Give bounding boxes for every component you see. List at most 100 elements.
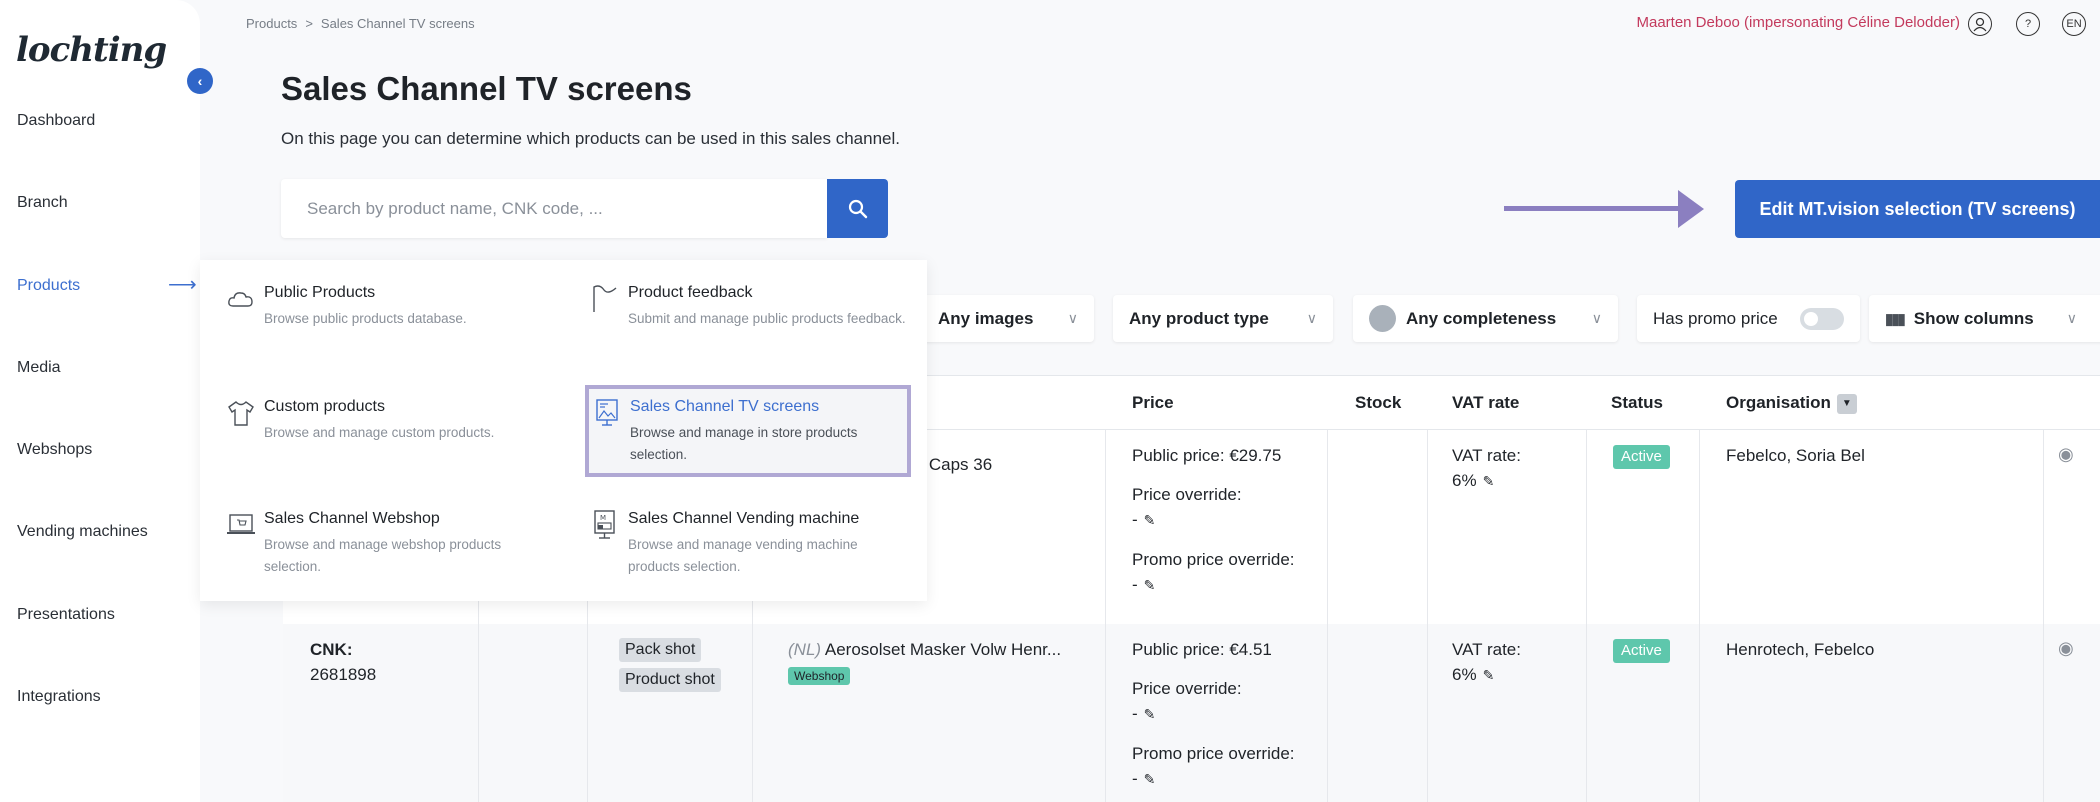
chevron-down-icon: ∨ [1306,310,1317,326]
menu-item-title: Product feedback [628,284,753,301]
cnk-label: CNK: [310,640,353,659]
logo[interactable]: lochting [16,30,167,70]
image-tag: Pack shot [619,638,702,662]
menu-item-public-products[interactable]: Public Products Browse public products d… [226,284,546,354]
flag-icon [593,285,617,312]
sidebar-item-integrations[interactable]: Integrations [17,688,101,706]
sidebar-item-presentations[interactable]: Presentations [17,606,115,624]
column-header-vat[interactable]: VAT rate [1452,393,1519,413]
sidebar-item-media[interactable]: Media [17,359,61,377]
column-header-stock[interactable]: Stock [1355,393,1401,413]
menu-item-desc: Browse and manage webshop products selec… [264,537,502,574]
vat-value: 6% [1452,665,1477,684]
promo-override-value: - [1132,769,1138,788]
pencil-icon[interactable]: ✎ [1144,771,1156,787]
price-override-label: Price override: [1132,679,1242,698]
tv-screen-icon [596,399,618,426]
product-name[interactable]: Aerosolset Masker Volw Henr... [825,640,1061,659]
chevron-down-icon: ∨ [1067,310,1078,326]
organisation: Febelco, Soria Bel [1726,446,1865,465]
sidebar: lochting Dashboard Branch Products ⟶ Med… [0,0,200,802]
arrow-right-icon: ⟶ [168,274,197,296]
column-header-organisation[interactable]: Organisation ▼ [1726,393,1857,414]
annotation-arrow-head [1678,190,1704,228]
image-tag: Product shot [619,668,721,692]
eye-icon[interactable]: ◉ [2058,638,2074,659]
sidebar-item-branch[interactable]: Branch [17,194,68,212]
completeness-filter[interactable]: Any completeness ∨ [1353,295,1618,342]
collapse-sidebar-button[interactable]: ‹ [187,68,213,94]
completeness-dot-icon [1369,305,1396,332]
vat-label: VAT rate: [1452,446,1521,465]
cnk-value: 2681898 [310,665,377,684]
column-header-status[interactable]: Status [1611,393,1663,413]
images-cell: Pack shot Product shot [619,636,721,696]
price-cell: Public price: €29.75 Price override: - ✎ P… [1132,443,1295,612]
organisation: Henrotech, Febelco [1726,640,1875,659]
menu-item-title: Custom products [264,398,385,415]
menu-item-custom-products[interactable]: Custom products Browse and manage custom… [226,398,546,468]
sidebar-item-vending-machines[interactable]: Vending machines [17,523,148,541]
breadcrumb-current: Sales Channel TV screens [320,16,475,31]
menu-item-title: Sales Channel Vending machine [628,510,860,527]
vat-cell: VAT rate: 6% ✎ [1452,443,1521,494]
menu-item-vending-machine[interactable]: M Sales Channel Vending machine Browse a… [590,510,910,580]
menu-item-desc: Browse and manage in store products sele… [630,425,858,462]
promo-price-filter: Has promo price [1637,295,1860,342]
language-selector[interactable]: EN [2062,12,2086,36]
menu-item-webshop[interactable]: Sales Channel Webshop Browse and manage … [226,510,546,580]
annotation-arrow [1504,206,1680,211]
sidebar-item-dashboard[interactable]: Dashboard [17,112,95,130]
menu-item-desc: Browse and manage vending machine produc… [628,537,858,574]
show-columns-button[interactable]: ▮▮▮ Show columns ∨ [1869,295,2100,342]
menu-item-title: Sales Channel Webshop [264,510,440,527]
edit-selection-button[interactable]: Edit MT.vision selection (TV screens) [1735,180,2100,238]
breadcrumb-products[interactable]: Products [246,16,297,31]
cnk-cell: CNK: 2681898 [310,637,376,687]
promo-override-label: Promo price override: [1132,550,1295,569]
sidebar-item-webshops[interactable]: Webshops [17,441,92,459]
menu-item-title: Public Products [264,284,376,301]
pencil-icon[interactable]: ✎ [1483,667,1495,683]
sidebar-item-products[interactable]: Products [17,277,80,295]
promo-price-label: Has promo price [1653,308,1778,328]
cloud-icon [228,292,253,307]
table-row: CNK: 2681898 Pack shot Product shot (NL)… [283,624,2100,802]
search-input[interactable] [281,179,827,238]
product-type-filter[interactable]: Any product type ∨ [1113,295,1333,342]
search-box [281,179,827,238]
price-override-value: - [1132,704,1138,723]
promo-price-toggle[interactable] [1800,307,1844,330]
completeness-filter-label: Any completeness [1406,308,1557,328]
menu-item-title: Sales Channel TV screens [630,398,820,415]
price-override-label: Price override: [1132,485,1242,504]
vat-label: VAT rate: [1452,640,1521,659]
chevron-down-icon: ∨ [2066,310,2077,326]
eye-icon[interactable]: ◉ [2058,444,2074,465]
status-badge: Active [1613,445,1670,469]
product-type-filter-label: Any product type [1129,308,1269,328]
search-button[interactable] [827,179,888,238]
pencil-icon[interactable]: ✎ [1144,512,1156,528]
public-price: Public price: €4.51 [1132,640,1272,659]
menu-item-product-feedback[interactable]: Product feedback Submit and manage publi… [590,284,910,354]
images-filter[interactable]: Any images ∨ [922,295,1094,342]
pencil-icon[interactable]: ✎ [1144,577,1156,593]
menu-item-desc: Browse public products database. [264,311,467,326]
vat-value: 6% [1452,471,1477,490]
menu-item-desc: Submit and manage public products feedba… [628,311,906,326]
breadcrumb: Products > Sales Channel TV screens [246,16,475,31]
vat-cell: VAT rate: 6% ✎ [1452,637,1521,688]
pencil-icon[interactable]: ✎ [1483,473,1495,489]
user-profile-icon[interactable] [1968,12,1992,36]
pencil-icon[interactable]: ✎ [1144,706,1156,722]
help-icon[interactable]: ? [2016,12,2040,36]
column-header-price[interactable]: Price [1132,393,1174,413]
menu-item-tv-screens[interactable]: Sales Channel TV screens Browse and mana… [585,385,911,477]
svg-text:M: M [600,514,606,522]
product-name-cell[interactable]: (NL) Aerosolset Masker Volw Henr... Webs… [788,637,1061,687]
user-name[interactable]: Maarten Deboo (impersonating Céline Delo… [1636,14,1960,31]
public-price: Public price: €29.75 [1132,446,1282,465]
price-override-value: - [1132,510,1138,529]
filter-icon[interactable]: ▼ [1836,393,1857,414]
